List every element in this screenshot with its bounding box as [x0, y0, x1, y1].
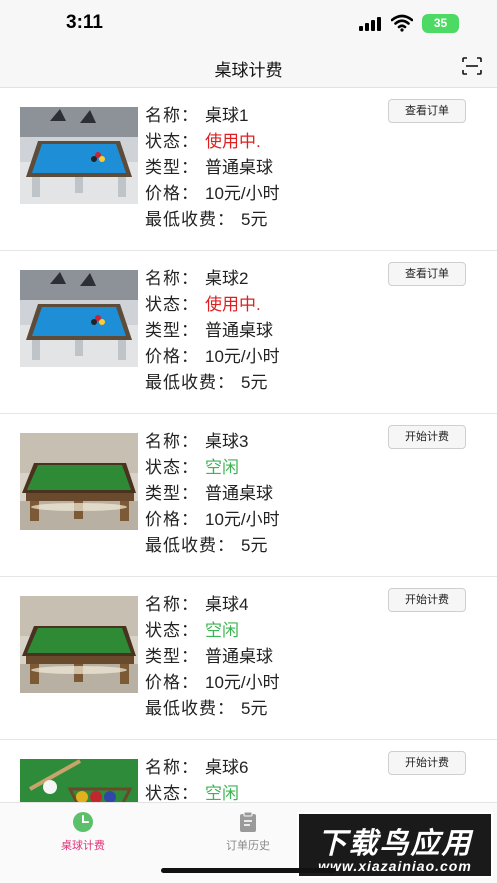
min-charge-label: 最低收费：	[145, 210, 235, 229]
clock-icon	[73, 812, 93, 832]
type-label: 类型：	[145, 321, 199, 340]
table-name: 桌球4	[205, 595, 249, 614]
navigation-bar: 桌球计费	[0, 46, 497, 88]
tab-order-history[interactable]: 订单历史	[193, 811, 303, 853]
type-label: 类型：	[145, 484, 199, 503]
start-billing-button[interactable]: 开始计费	[388, 425, 466, 449]
table-name: 桌球6	[205, 758, 249, 777]
name-label: 名称：	[145, 595, 199, 614]
table-type: 普通桌球	[205, 321, 273, 340]
min-charge-label: 最低收费：	[145, 699, 235, 718]
name-label: 名称：	[145, 269, 199, 288]
signal-icon	[359, 17, 381, 31]
table-name: 桌球3	[205, 432, 249, 451]
table-min-charge: 5元	[241, 699, 268, 718]
table-min-charge: 5元	[241, 210, 268, 229]
list-item: 名称： 桌球4 状态： 空闲 类型： 普通桌球 价格： 10元/小时 最低收费： 5元 开…	[0, 577, 497, 740]
tab-order-history-label: 订单历史	[226, 840, 270, 852]
blue-pool-table-image	[20, 107, 138, 204]
view-order-button[interactable]: 查看订单	[388, 99, 466, 123]
green-snooker-table-image	[20, 596, 138, 693]
page-title: 桌球计费	[214, 61, 283, 80]
battery-indicator: 35	[422, 14, 459, 33]
table-min-charge: 5元	[241, 373, 268, 392]
name-label: 名称：	[145, 758, 199, 777]
table-info: 名称： 桌球4 状态： 空闲 类型： 普通桌球 价格： 10元/小时 最低收费： 5元	[145, 592, 280, 722]
table-info: 名称： 桌球6 状态： 空闲	[145, 755, 248, 802]
price-label: 价格：	[145, 347, 199, 366]
type-label: 类型：	[145, 647, 199, 666]
price-label: 价格：	[145, 510, 199, 529]
status-bar: 3:11 35	[0, 0, 497, 46]
table-name: 桌球2	[205, 269, 249, 288]
home-indicator	[161, 868, 336, 873]
price-label: 价格：	[145, 673, 199, 692]
list-item: 名称： 桌球6 状态： 空闲 开始计费	[0, 740, 497, 802]
wifi-icon	[391, 14, 413, 32]
status-time: 3:11	[66, 12, 103, 33]
status-label: 状态：	[145, 621, 199, 640]
price-label: 价格：	[145, 184, 199, 203]
table-status: 空闲	[205, 621, 239, 640]
start-billing-button[interactable]: 开始计费	[388, 588, 466, 612]
view-order-button[interactable]: 查看订单	[388, 262, 466, 286]
table-price: 10元/小时	[205, 510, 280, 529]
tab-billing-label: 桌球计费	[61, 840, 105, 852]
status-label: 状态：	[145, 132, 199, 151]
scan-icon[interactable]	[462, 57, 482, 75]
name-label: 名称：	[145, 432, 199, 451]
watermark-title: 下载鸟应用	[317, 828, 473, 860]
list-item: 名称： 桌球3 状态： 空闲 类型： 普通桌球 价格： 10元/小时 最低收费： 5元 开…	[0, 414, 497, 577]
min-charge-label: 最低收费：	[145, 373, 235, 392]
list-item: 名称： 桌球2 状态： 使用中. 类型： 普通桌球 价格： 10元/小时 最低收费： 5元…	[0, 251, 497, 414]
blue-pool-table-image	[20, 270, 138, 367]
table-name: 桌球1	[205, 106, 249, 125]
table-status: 空闲	[205, 784, 239, 802]
table-info: 名称： 桌球2 状态： 使用中. 类型： 普通桌球 价格： 10元/小时 最低收费： 5元	[145, 266, 280, 396]
status-label: 状态：	[145, 458, 199, 477]
table-price: 10元/小时	[205, 673, 280, 692]
table-status: 使用中.	[205, 295, 261, 314]
table-status: 空闲	[205, 458, 239, 477]
pool-balls-rack-image	[20, 759, 138, 802]
type-label: 类型：	[145, 158, 199, 177]
status-label: 状态：	[145, 295, 199, 314]
name-label: 名称：	[145, 106, 199, 125]
table-list: 名称： 桌球1 状态： 使用中. 类型： 普通桌球 价格： 10元/小时 最低收费： 5元…	[0, 88, 497, 802]
green-snooker-table-image	[20, 433, 138, 530]
table-info: 名称： 桌球3 状态： 空闲 类型： 普通桌球 价格： 10元/小时 最低收费： 5元	[145, 429, 280, 559]
status-label: 状态：	[145, 784, 199, 802]
table-min-charge: 5元	[241, 536, 268, 555]
table-price: 10元/小时	[205, 347, 280, 366]
table-status: 使用中.	[205, 132, 261, 151]
clipboard-icon	[240, 811, 256, 832]
table-type: 普通桌球	[205, 647, 273, 666]
table-type: 普通桌球	[205, 484, 273, 503]
tab-billing[interactable]: 桌球计费	[28, 811, 138, 853]
start-billing-button[interactable]: 开始计费	[388, 751, 466, 775]
table-info: 名称： 桌球1 状态： 使用中. 类型： 普通桌球 价格： 10元/小时 最低收费： 5元	[145, 103, 280, 233]
table-type: 普通桌球	[205, 158, 273, 177]
list-item: 名称： 桌球1 状态： 使用中. 类型： 普通桌球 价格： 10元/小时 最低收费： 5元…	[0, 88, 497, 251]
table-price: 10元/小时	[205, 184, 280, 203]
min-charge-label: 最低收费：	[145, 536, 235, 555]
